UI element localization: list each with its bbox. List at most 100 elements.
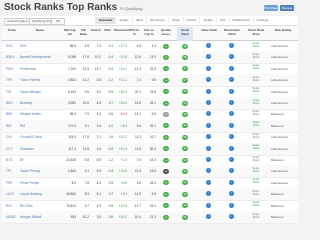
yield: 5.0 xyxy=(96,89,101,94)
quality-score-badge: ● xyxy=(163,54,169,60)
momentum: +3.4 xyxy=(120,192,127,197)
stock-rank-badge: 99 xyxy=(182,43,188,49)
ticker-link[interactable]: BRK xyxy=(6,112,18,116)
cd-toggle[interactable]: CD xyxy=(51,18,65,25)
ticker-link[interactable]: SCS xyxy=(6,44,18,48)
ticker-link[interactable]: TW. xyxy=(6,90,18,94)
tab-8[interactable]: Risk/Reward xyxy=(228,17,253,24)
eps-growth: 12.7 xyxy=(134,203,141,208)
name-link[interactable]: Berkeley xyxy=(20,101,60,105)
col-header-6[interactable]: Momentum xyxy=(114,28,130,33)
ticker-link[interactable]: TPL xyxy=(6,169,18,173)
col-header-1[interactable]: Name xyxy=(20,28,60,33)
page-title: Stock Ranks Top Ranks 79 Qualifying xyxy=(4,2,143,13)
tab-7[interactable]: FCF xyxy=(215,17,229,24)
ticker-link[interactable]: BDEV xyxy=(6,55,18,59)
yield: 3.5 xyxy=(96,215,101,219)
col-header-8[interactable]: Ret on Cap % xyxy=(142,28,156,36)
col-header-12[interactable]: Momentum Rank xyxy=(222,28,242,36)
peg: 0.4 xyxy=(108,55,113,60)
name-link[interactable]: Taylor Primary xyxy=(20,169,60,173)
tab-1[interactable]: Quality xyxy=(115,17,131,24)
tab-0[interactable]: Overview xyxy=(95,17,116,24)
country-select[interactable]: United Kingdom xyxy=(4,18,32,25)
col-header-9[interactable]: Quality Score xyxy=(158,28,174,36)
col-header-13[interactable]: Stock Rank Style xyxy=(246,28,266,36)
quality-score-badge: ● xyxy=(163,168,169,174)
tab-6[interactable]: Quality xyxy=(199,17,215,24)
col-header-5[interactable]: PEG xyxy=(102,28,113,33)
check-icon: ✓ xyxy=(229,77,234,83)
name-link[interactable]: Morgan Sindall xyxy=(20,215,60,219)
ticker-link[interactable]: PSN xyxy=(6,67,18,71)
col-header-4[interactable]: Yield % xyxy=(90,28,101,33)
pe-ratio: 9.6 xyxy=(84,89,89,94)
col-header-11[interactable]: Value Rank xyxy=(200,28,218,33)
ticker-link[interactable]: RM. xyxy=(6,124,18,128)
tab-9[interactable]: Holdings xyxy=(252,17,272,24)
ticker-link[interactable]: CHL xyxy=(6,135,18,139)
return-on-capital: 15.1 xyxy=(149,203,156,208)
name-link[interactable]: SCS xyxy=(20,44,60,48)
name-link[interactable]: Travis Perkins xyxy=(20,78,60,82)
market-cap: 3,861 xyxy=(68,78,76,83)
name-link[interactable]: Character xyxy=(20,147,60,151)
return-on-capital: 22.5 xyxy=(149,66,156,71)
name-link[interactable]: Prime People xyxy=(20,181,60,185)
yield: 3.4 xyxy=(96,123,101,128)
stock-rank-badge: 94 xyxy=(182,123,188,129)
col-header-0[interactable]: Ticker xyxy=(6,28,18,33)
name-link[interactable]: Elegant Hotels xyxy=(20,112,60,116)
ticker-link[interactable]: CCT xyxy=(6,147,18,151)
peg: 1.2 xyxy=(108,158,113,162)
name-link[interactable]: BT xyxy=(20,158,60,162)
pe-ratio: 17.8 xyxy=(82,135,89,140)
name-link[interactable]: Churchill China xyxy=(20,135,60,139)
stock-rank-style: Super Stock xyxy=(252,64,260,71)
col-header-10[interactable]: Stock Rank xyxy=(177,27,193,41)
view-tabs: Overview Quality Value Momentum Stock Growth Q… xyxy=(95,17,271,24)
ticker-link[interactable]: MGNS xyxy=(6,215,18,219)
ticker-link[interactable]: BKG xyxy=(6,101,18,105)
momentum: +12.1 xyxy=(118,78,127,83)
stock-rank-badge: 98 xyxy=(182,54,188,60)
name-link[interactable]: RM xyxy=(20,124,60,128)
manage-button[interactable]: Manage xyxy=(280,5,294,11)
check-icon: ✓ xyxy=(206,145,211,151)
name-link[interactable]: Rio Tinto xyxy=(20,204,60,208)
tab-5[interactable]: Growth xyxy=(182,17,200,24)
stock-rank-style: Super Stock xyxy=(252,132,260,139)
table-row[interactable]: MGNS Morgan Sindall 583 10.2 3.5 0.6 +15.2 16.4… xyxy=(2,211,298,224)
col-header-14[interactable]: Risk Rating xyxy=(270,28,296,33)
name-link[interactable]: Lloyds Banking xyxy=(20,192,60,196)
ticker-link[interactable]: LLOY xyxy=(6,192,18,196)
risk-rating: Adventurous xyxy=(271,78,288,83)
print-button[interactable]: Print Page xyxy=(264,5,278,11)
page-header: Stock Ranks Top Ranks 79 Qualifying Print… xyxy=(4,2,296,16)
ticker-link[interactable]: RIO xyxy=(6,204,18,208)
name-link[interactable]: Persimmon xyxy=(20,67,60,71)
name-link[interactable]: Taylor Wimpey xyxy=(20,90,60,94)
eps-growth: 20.1 xyxy=(134,89,141,94)
momentum: +6.8 xyxy=(120,180,127,185)
tab-3[interactable]: Momentum xyxy=(146,17,168,24)
name-link[interactable]: Barratt Developments xyxy=(20,55,60,59)
peg: 0.8 xyxy=(108,203,113,208)
ticker-link[interactable]: BTG xyxy=(6,158,18,162)
risk-rating: Adventurous xyxy=(271,135,288,140)
stock-rank-badge: 93 xyxy=(182,157,188,163)
tab-4[interactable]: Stock xyxy=(168,17,183,24)
col-header-2[interactable]: Mkt Cap £m xyxy=(64,28,76,36)
momentum: +14.2 xyxy=(118,66,127,71)
momentum: +10.4 xyxy=(118,101,127,105)
peg: 0.6 xyxy=(108,112,113,117)
check-icon: ✓ xyxy=(229,157,234,162)
pe-ratio: 17.6 xyxy=(82,55,89,60)
eps-growth: 16.8 xyxy=(134,101,141,105)
eps-growth: 7.5 xyxy=(136,158,141,162)
col-header-7[interactable]: EPS Gr % xyxy=(128,28,141,36)
ticker-link[interactable]: TPK xyxy=(6,78,18,82)
col-header-3[interactable]: P/E Ratio xyxy=(78,28,89,36)
tab-2[interactable]: Value xyxy=(131,17,146,24)
ticker-link[interactable]: PRP xyxy=(6,181,18,185)
